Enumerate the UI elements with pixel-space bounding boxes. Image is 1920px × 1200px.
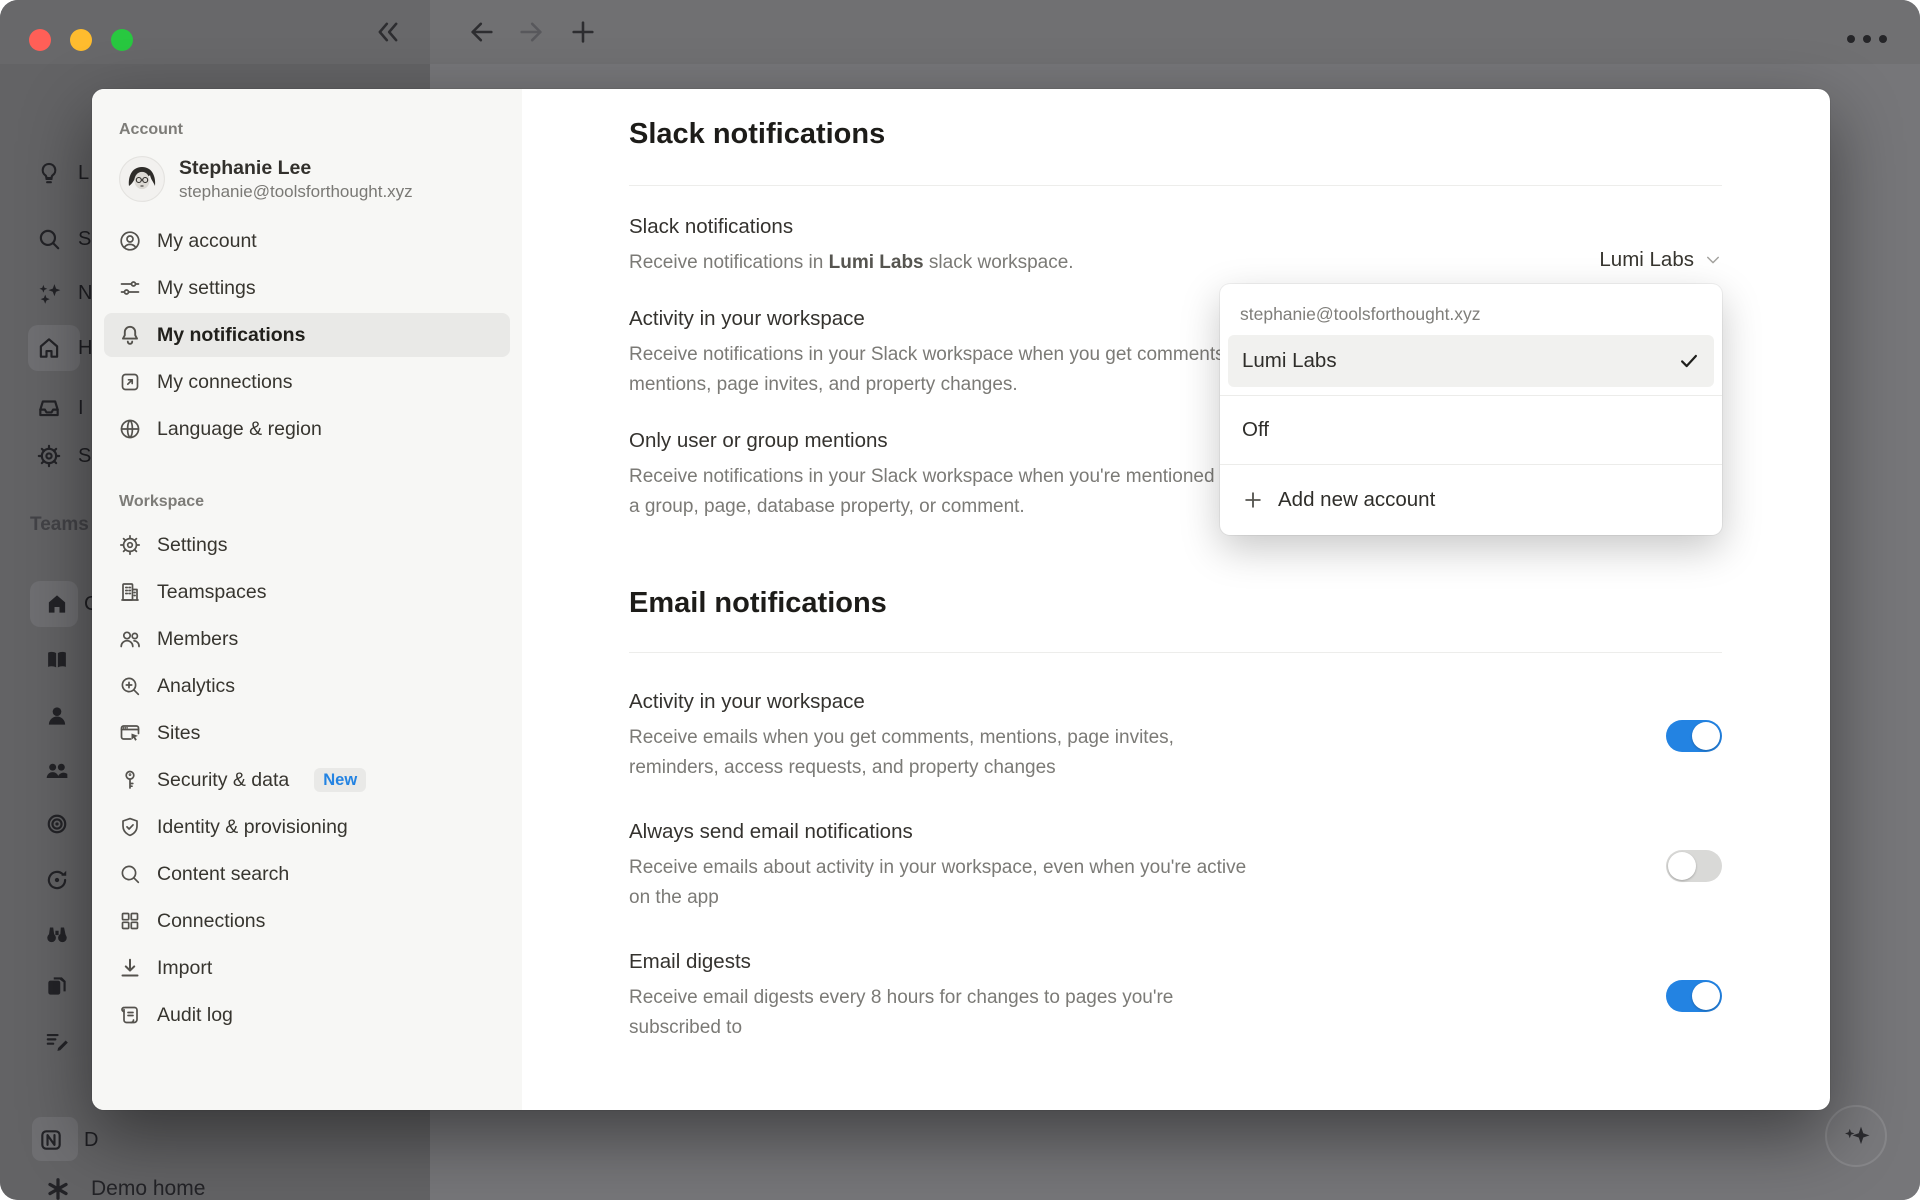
slack-notifications-heading: Slack notifications: [629, 117, 1722, 151]
globe-icon: [118, 417, 142, 441]
forward-icon[interactable]: [517, 18, 545, 46]
sidebar-item-audit-log[interactable]: Audit log: [104, 993, 510, 1037]
user-name: Stephanie Lee: [179, 155, 413, 181]
email-always-send-row: Always send email notifications Receive …: [629, 819, 1722, 913]
notion-ai-button[interactable]: [1825, 1105, 1887, 1167]
magnifier-plus-icon: [118, 674, 142, 698]
pages-icon: [44, 973, 70, 999]
sidebar-item-security-data[interactable]: Security & data New: [104, 758, 510, 802]
compose-icon: [44, 1028, 70, 1054]
more-icon[interactable]: [1847, 35, 1887, 43]
sidebar-item-connections[interactable]: Connections: [104, 899, 510, 943]
email-digests-row: Email digests Receive email digests ever…: [629, 949, 1722, 1043]
settings-content: Slack notifications Slack notifications …: [522, 89, 1830, 1110]
magnifier-icon: [118, 862, 142, 886]
row-description: Receive notifications in Lumi Labs slack…: [629, 248, 1249, 278]
person-icon: [44, 703, 70, 729]
bell-icon: [118, 323, 142, 347]
book-icon: [44, 647, 70, 673]
sidebar-item-sites[interactable]: Sites: [104, 711, 510, 755]
titlebar: [0, 0, 1920, 64]
sliders-icon: [118, 276, 142, 300]
sidebar-item-content-search[interactable]: Content search: [104, 852, 510, 896]
avatar: [119, 156, 165, 202]
target-icon: [44, 811, 70, 837]
person-circle-icon: [118, 229, 142, 253]
sidebar-item-my-settings[interactable]: My settings: [104, 266, 510, 310]
sidebar-item-import[interactable]: Import: [104, 946, 510, 990]
divider: [629, 185, 1722, 186]
always-send-email-toggle[interactable]: [1666, 850, 1722, 882]
sidebar-item-members[interactable]: Members: [104, 617, 510, 661]
sparkles-icon: [36, 280, 62, 306]
sidebar-item-teamspaces[interactable]: Teamspaces: [104, 570, 510, 614]
gear-icon: [118, 533, 142, 557]
sidebar-item-language-region[interactable]: Language & region: [104, 407, 510, 451]
titlebar-sidebar-segment: [0, 0, 430, 64]
inbox-icon: [36, 395, 62, 421]
chevron-down-icon: [1704, 251, 1722, 269]
account-user[interactable]: Stephanie Lee stephanie@toolsforthought.…: [100, 151, 514, 207]
slack-workspace-dropdown: stephanie@toolsforthought.xyz Lumi Labs …: [1220, 284, 1722, 535]
sidebar-section-teams: Teams: [30, 514, 89, 536]
sync-icon: [44, 867, 70, 893]
ai-sparkle-icon: [1841, 1121, 1871, 1151]
new-badge: New: [314, 768, 366, 792]
sidebar-item-settings[interactable]: Settings: [104, 523, 510, 567]
browser-cursor-icon: [118, 721, 142, 745]
add-new-account-button[interactable]: Add new account: [1228, 473, 1714, 527]
new-tab-icon[interactable]: [569, 18, 597, 46]
close-button[interactable]: [29, 29, 51, 51]
slack-workspace-select[interactable]: Lumi Labs: [1599, 248, 1722, 272]
email-notifications-heading: Email notifications: [629, 586, 1722, 620]
screen: L S N H I: [0, 0, 1920, 1200]
app-window: L S N H I: [0, 0, 1920, 1200]
collapse-sidebar-icon[interactable]: [374, 18, 402, 46]
scroll-icon: [118, 1003, 142, 1027]
sidebar-item-my-account[interactable]: My account: [104, 219, 510, 263]
binoculars-icon: [44, 921, 70, 947]
sidebar-item-d[interactable]: D: [0, 1117, 160, 1163]
email-activity-row: Activity in your workspace Receive email…: [629, 689, 1722, 783]
user-email: stephanie@toolsforthought.xyz: [179, 181, 413, 203]
lightbulb-icon: [36, 160, 62, 186]
notion-n-icon: [38, 1127, 64, 1153]
email-activity-toggle[interactable]: [1666, 720, 1722, 752]
key-icon: [118, 768, 142, 792]
shield-check-icon: [118, 815, 142, 839]
row-title: Slack notifications: [629, 214, 1599, 240]
email-digests-toggle[interactable]: [1666, 980, 1722, 1012]
check-icon: [1678, 350, 1700, 372]
settings-modal: Account Stephanie Lee stephanie@toolsfor…: [92, 89, 1830, 1110]
dropdown-account-header: stephanie@toolsforthought.xyz: [1228, 292, 1714, 335]
sidebar-item-my-connections[interactable]: My connections: [104, 360, 510, 404]
sidebar-item-identity-provisioning[interactable]: Identity & provisioning: [104, 805, 510, 849]
search-icon: [36, 226, 62, 252]
flower-icon: [45, 1176, 71, 1200]
house-icon: [44, 591, 70, 617]
building-icon: [118, 580, 142, 604]
account-section-header: Account: [119, 121, 514, 139]
sidebar-item-my-notifications[interactable]: My notifications: [104, 313, 510, 357]
members-icon: [118, 627, 142, 651]
arrow-box-icon: [118, 370, 142, 394]
settings-sidebar: Account Stephanie Lee stephanie@toolsfor…: [92, 89, 522, 1110]
sidebar-item-demo-home[interactable]: Demo home: [0, 1166, 160, 1200]
dropdown-option-off[interactable]: Off: [1228, 404, 1714, 456]
slack-workspace-row: Slack notifications Receive notification…: [629, 214, 1722, 278]
grid-icon: [118, 909, 142, 933]
plus-icon: [1242, 489, 1264, 511]
sidebar-item-analytics[interactable]: Analytics: [104, 664, 510, 708]
people-icon: [44, 758, 70, 784]
zoom-button[interactable]: [111, 29, 133, 51]
dropdown-option-lumi-labs[interactable]: Lumi Labs: [1228, 335, 1714, 387]
divider: [629, 652, 1722, 653]
home-icon: [36, 335, 62, 361]
import-icon: [118, 956, 142, 980]
minimize-button[interactable]: [70, 29, 92, 51]
workspace-section-header: Workspace: [119, 493, 514, 511]
back-icon[interactable]: [468, 18, 496, 46]
gear-icon: [36, 443, 62, 469]
